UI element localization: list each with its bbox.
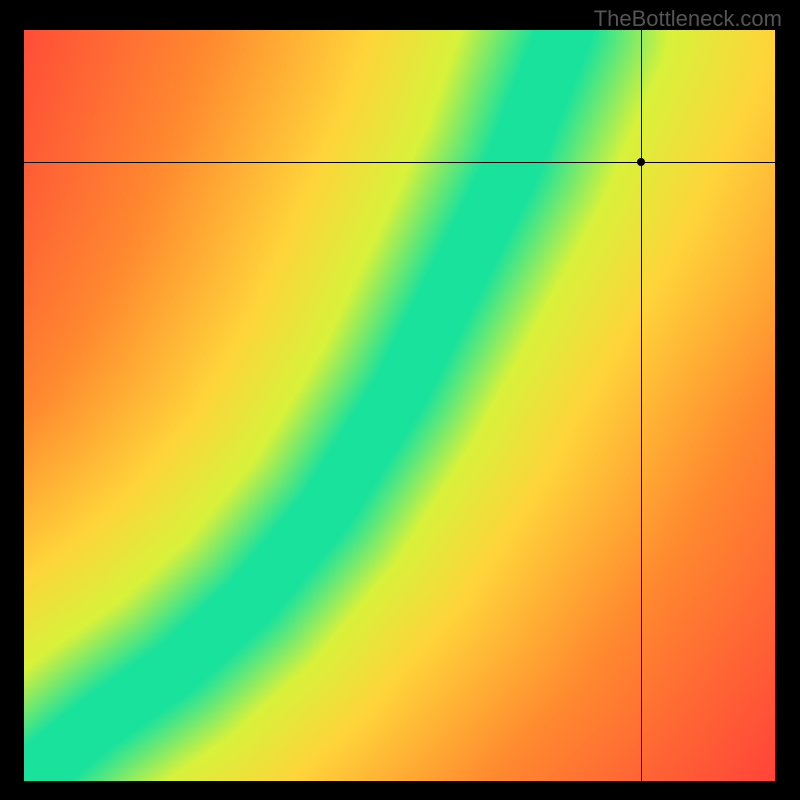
heatmap-plot	[24, 30, 776, 782]
crosshair-horizontal	[24, 162, 776, 163]
chart-container: { "watermark": "TheBottleneck.com", "cha…	[0, 0, 800, 800]
heatmap-canvas	[24, 30, 776, 782]
watermark-text: TheBottleneck.com	[594, 6, 782, 32]
crosshair-vertical	[641, 30, 642, 782]
y-axis-line	[775, 30, 777, 782]
x-axis-line	[24, 781, 776, 783]
crosshair-marker	[637, 158, 645, 166]
